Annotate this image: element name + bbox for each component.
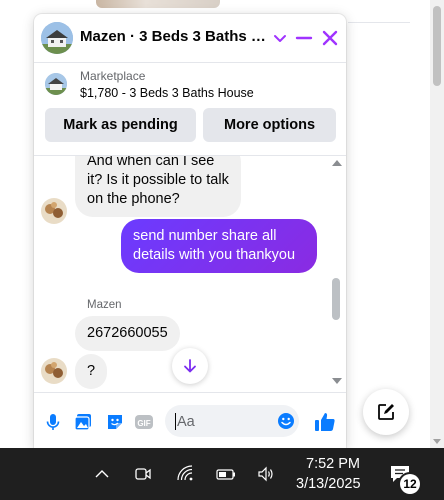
- sticker-icon[interactable]: [105, 412, 125, 432]
- message-composer: GIF: [34, 392, 346, 448]
- listing-thumbnail[interactable]: [45, 73, 67, 95]
- conversation-title[interactable]: Mazen · 3 Beds 3 Baths Ho...: [80, 28, 268, 45]
- svg-text:GIF: GIF: [137, 419, 150, 428]
- message-input[interactable]: [175, 411, 275, 433]
- message-list[interactable]: And when can I see it? Is it possible to…: [34, 156, 346, 392]
- chat-scroll-down-arrow[interactable]: [332, 378, 342, 384]
- sender-name: Mazen: [87, 299, 122, 311]
- chat-scrollbar[interactable]: [330, 156, 344, 392]
- wifi-icon[interactable]: [176, 464, 196, 484]
- listing-source-label: Marketplace: [80, 69, 146, 83]
- chat-window: Mazen · 3 Beds 3 Baths Ho... Marketplace…: [34, 14, 346, 448]
- chat-header: Mazen · 3 Beds 3 Baths Ho...: [34, 14, 346, 63]
- battery-icon[interactable]: [216, 464, 236, 484]
- incoming-message: And when can I see it? Is it possible to…: [75, 156, 241, 217]
- mark-as-pending-button[interactable]: Mark as pending: [45, 108, 196, 142]
- sender-avatar[interactable]: [41, 198, 67, 224]
- page-scrollbar[interactable]: [430, 0, 444, 448]
- chevron-down-icon[interactable]: [268, 26, 292, 50]
- windows-taskbar: 7:52 PM 3/13/2025 12: [0, 448, 444, 500]
- chat-scrollbar-thumb[interactable]: [332, 278, 340, 320]
- new-message-button[interactable]: [363, 389, 409, 435]
- page-scroll-down-arrow[interactable]: [433, 439, 441, 444]
- chevron-up-icon[interactable]: [92, 464, 112, 484]
- listing-title[interactable]: $1,780 - 3 Beds 3 Baths House: [80, 86, 254, 100]
- scroll-to-bottom-button[interactable]: [172, 348, 208, 384]
- volume-icon[interactable]: [256, 464, 276, 484]
- notification-count-badge: 12: [400, 474, 420, 494]
- photo-icon[interactable]: [73, 412, 93, 432]
- background-profile-image: [96, 0, 220, 8]
- arrow-down-icon: [184, 359, 196, 373]
- minimize-icon[interactable]: [292, 26, 316, 50]
- clock-date: 3/13/2025: [296, 476, 361, 492]
- marketplace-listing-card: Marketplace $1,780 - 3 Beds 3 Baths Hous…: [34, 63, 346, 156]
- incoming-message: 2672660055: [75, 316, 180, 351]
- incoming-message: ?: [75, 354, 108, 389]
- outgoing-message: send number share all details with you t…: [121, 219, 317, 273]
- sender-avatar[interactable]: [41, 358, 67, 384]
- system-clock[interactable]: 7:52 PM 3/13/2025: [296, 454, 361, 494]
- page-scrollbar-thumb[interactable]: [433, 6, 441, 86]
- microphone-icon[interactable]: [43, 412, 63, 432]
- meet-now-icon[interactable]: [133, 464, 153, 484]
- listing-avatar[interactable]: [41, 22, 73, 54]
- close-icon[interactable]: [318, 26, 342, 50]
- thumbs-up-icon[interactable]: [314, 411, 336, 433]
- clock-time: 7:52 PM: [306, 456, 360, 472]
- background-divider: [348, 22, 410, 23]
- gif-icon[interactable]: GIF: [134, 412, 154, 432]
- more-options-button[interactable]: More options: [203, 108, 336, 142]
- chat-scroll-up-arrow[interactable]: [332, 160, 342, 166]
- emoji-icon[interactable]: [276, 411, 296, 431]
- message-input-container[interactable]: [165, 405, 299, 437]
- new-message-icon: [378, 404, 394, 420]
